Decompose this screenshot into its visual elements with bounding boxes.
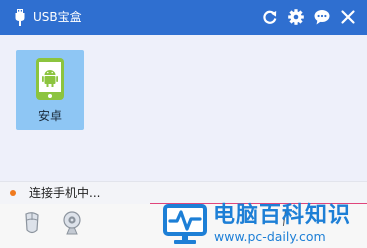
webcam-icon[interactable] — [61, 210, 83, 236]
status-text: 连接手机中... — [29, 186, 101, 200]
watermark-url: www.pc-daily.com — [214, 229, 326, 244]
gear-icon[interactable] — [287, 8, 305, 26]
device-label: 安卓 — [37, 109, 62, 123]
watermark: 电脑百科知识 www.pc-daily.com — [163, 200, 367, 248]
watermark-title: 电脑百科知识 — [213, 203, 352, 228]
usb-plug-icon — [15, 9, 25, 26]
device-tile-android[interactable]: 安卓 — [16, 50, 84, 130]
window-title: USB宝盒 — [33, 10, 82, 24]
android-phone-icon — [36, 58, 64, 100]
refresh-icon[interactable] — [261, 8, 279, 26]
device-area: 安卓 — [0, 35, 367, 181]
chat-bubble-icon[interactable] — [313, 8, 331, 26]
close-icon[interactable] — [339, 8, 357, 26]
monitor-logo-icon — [163, 204, 207, 244]
mouse-icon[interactable] — [21, 210, 43, 236]
title-bar: USB宝盒 — [0, 0, 367, 35]
status-dot — [10, 190, 16, 196]
